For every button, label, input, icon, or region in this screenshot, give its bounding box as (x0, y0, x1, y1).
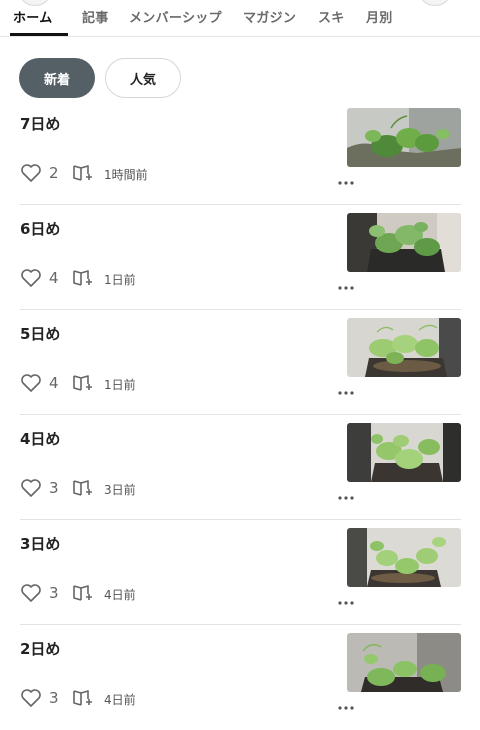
magazine-add-icon[interactable] (72, 373, 94, 393)
article-title[interactable]: 7日め (20, 113, 60, 134)
post-time: 1日前 (104, 378, 136, 392)
article-meta: 4 1日前 (20, 267, 354, 290)
magazine-add-icon[interactable] (72, 478, 94, 498)
list-item[interactable]: 5日め 4 1日前 (0, 310, 480, 415)
article-title[interactable]: 5日め (20, 323, 60, 344)
article-meta: 3 4日前 (20, 687, 354, 710)
active-tab-indicator (10, 33, 68, 36)
tab-monthly[interactable]: 月別 (366, 7, 393, 26)
more-dots-icon[interactable] (338, 171, 354, 185)
list-item[interactable]: 6日め 4 1日前 (0, 205, 480, 310)
article-thumbnail[interactable] (347, 318, 461, 377)
article-thumbnail[interactable] (347, 108, 461, 167)
more-dots-icon[interactable] (338, 591, 354, 605)
post-time: 4日前 (104, 693, 136, 707)
heart-icon[interactable] (20, 163, 42, 183)
article-thumbnail[interactable] (347, 633, 461, 692)
list-item[interactable]: 4日め 3 3日前 (0, 415, 480, 520)
magazine-add-icon[interactable] (72, 163, 94, 183)
tab-membership[interactable]: メンバーシップ (129, 7, 222, 26)
heart-icon[interactable] (20, 373, 42, 393)
magazine-add-icon[interactable] (72, 583, 94, 603)
article-meta: 3 3日前 (20, 477, 354, 500)
article-title[interactable]: 4日め (20, 428, 60, 449)
list-item[interactable]: 2日め 3 4日前 (0, 625, 480, 730)
like-count: 3 (49, 689, 59, 707)
heart-icon[interactable] (20, 688, 42, 708)
heart-icon[interactable] (20, 478, 42, 498)
article-meta: 2 1時間前 (20, 162, 354, 185)
more-dots-icon[interactable] (338, 381, 354, 395)
article-thumbnail[interactable] (347, 528, 461, 587)
post-time: 3日前 (104, 483, 136, 497)
article-title[interactable]: 2日め (20, 638, 60, 659)
more-dots-icon[interactable] (338, 276, 354, 290)
magazine-add-icon[interactable] (72, 688, 94, 708)
heart-icon[interactable] (20, 268, 42, 288)
avatar-left-edge (20, 0, 50, 6)
article-meta: 3 4日前 (20, 582, 354, 605)
tab-home[interactable]: ホーム (13, 7, 53, 26)
filter-popular-button[interactable]: 人気 (105, 58, 181, 98)
article-title[interactable]: 3日め (20, 533, 60, 554)
like-count: 4 (49, 374, 59, 392)
list-item[interactable]: 3日め 3 4日前 (0, 520, 480, 625)
article-title[interactable]: 6日め (20, 218, 60, 239)
tab-likes[interactable]: スキ (318, 7, 345, 26)
list-item[interactable]: 7日め 2 1時間前 (0, 100, 480, 205)
filter-new-button[interactable]: 新着 (19, 58, 95, 98)
like-count: 4 (49, 269, 59, 287)
post-time: 4日前 (104, 588, 136, 602)
like-count: 3 (49, 584, 59, 602)
more-dots-icon[interactable] (338, 486, 354, 500)
magazine-add-icon[interactable] (72, 268, 94, 288)
like-count: 2 (49, 164, 59, 182)
heart-icon[interactable] (20, 583, 42, 603)
post-time: 1日前 (104, 273, 136, 287)
article-thumbnail[interactable] (347, 423, 461, 482)
article-meta: 4 1日前 (20, 372, 354, 395)
like-count: 3 (49, 479, 59, 497)
article-thumbnail[interactable] (347, 213, 461, 272)
top-tab-bar: ホーム 記事 メンバーシップ マガジン スキ 月別 (0, 0, 480, 37)
avatar-right-edge (420, 0, 450, 6)
tab-articles[interactable]: 記事 (82, 7, 109, 26)
more-dots-icon[interactable] (338, 696, 354, 710)
tab-magazine[interactable]: マガジン (243, 7, 296, 26)
post-time: 1時間前 (104, 168, 148, 182)
